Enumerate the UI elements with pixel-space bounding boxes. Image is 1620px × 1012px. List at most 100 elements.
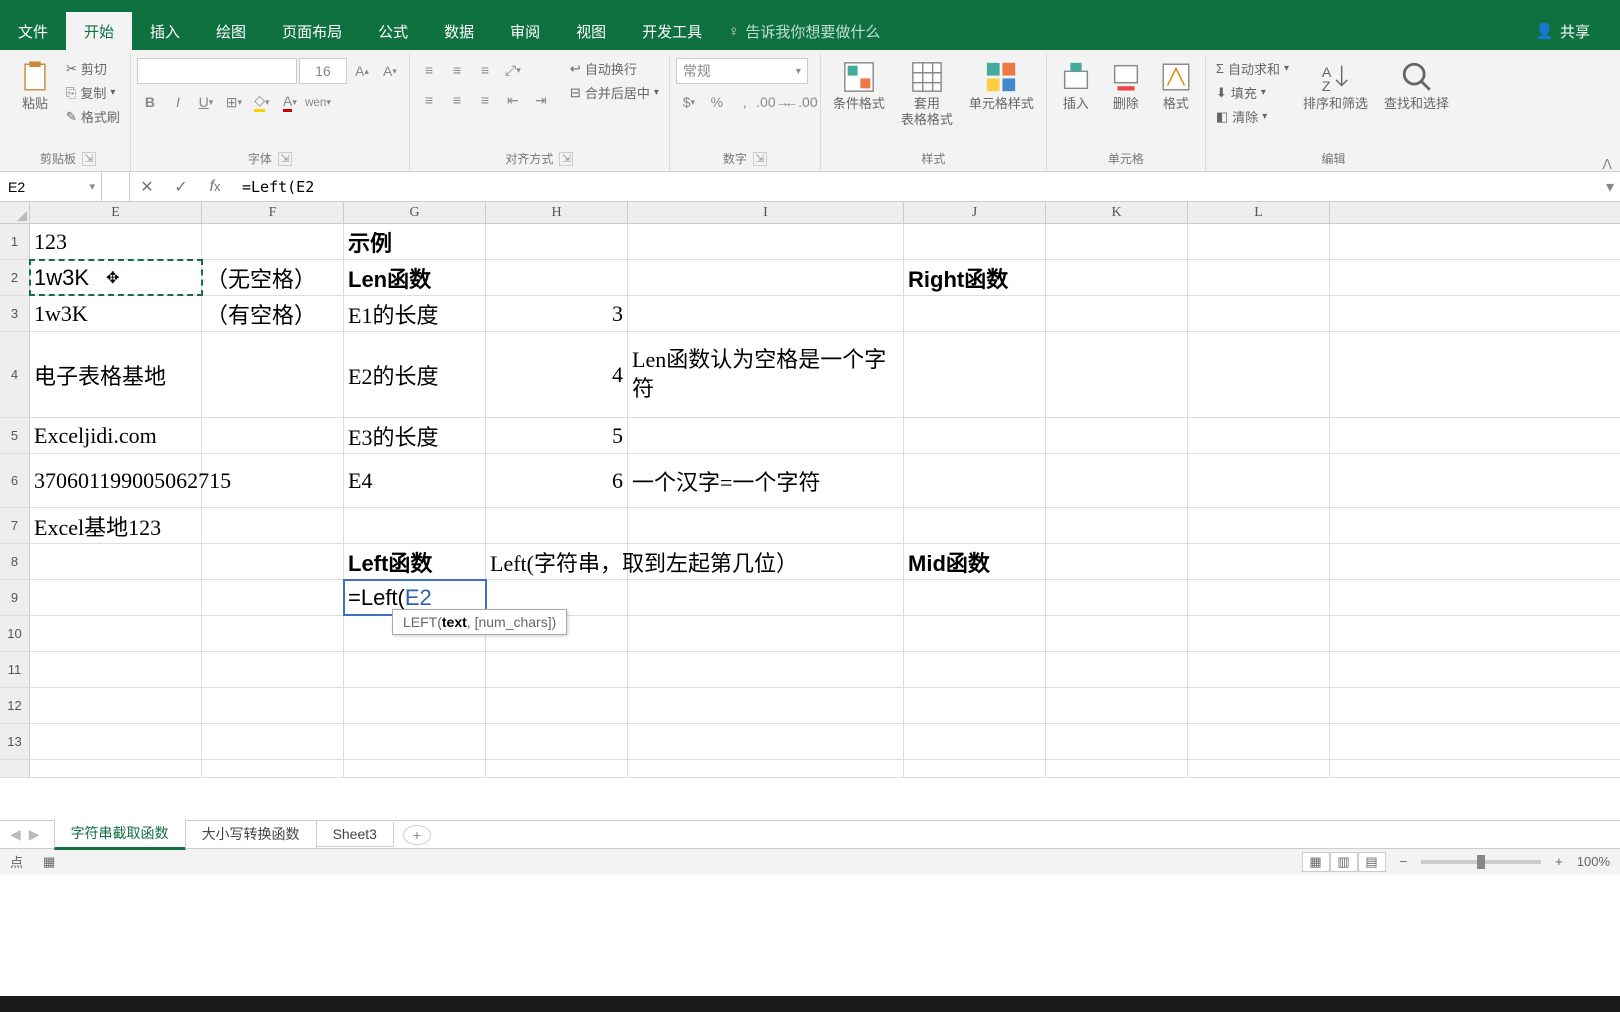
orientation-button[interactable]: ⤢▾ <box>500 58 526 82</box>
macro-record-icon[interactable]: ▦ <box>43 854 55 870</box>
row-header-11[interactable]: 11 <box>0 652 30 687</box>
cell-G7[interactable] <box>344 508 486 543</box>
cell-F3[interactable]: （有空格） <box>202 296 344 331</box>
font-name-input[interactable] <box>137 58 297 84</box>
cell-I12[interactable] <box>628 688 904 723</box>
tab-data[interactable]: 数据 <box>426 12 492 50</box>
row-header-1[interactable]: 1 <box>0 224 30 259</box>
cell-H1[interactable] <box>486 224 628 259</box>
sheet-tab-3[interactable]: Sheet3 <box>316 822 394 847</box>
decrease-font-button[interactable]: A▾ <box>377 59 403 83</box>
cell-L13[interactable] <box>1188 724 1330 759</box>
cell-E11[interactable] <box>30 652 202 687</box>
wrap-text-button[interactable]: ↩自动换行 <box>566 58 663 79</box>
cell-I13[interactable] <box>628 724 904 759</box>
cell-K4[interactable] <box>1046 332 1188 417</box>
cell-F11[interactable] <box>202 652 344 687</box>
clipboard-launcher[interactable]: ⇲ <box>82 152 96 166</box>
insert-function-button[interactable]: fx <box>198 172 232 201</box>
cell-L12[interactable] <box>1188 688 1330 723</box>
cell-J10[interactable] <box>904 616 1046 651</box>
cell-I6[interactable]: 一个汉字=一个字符 <box>628 454 904 507</box>
cell-F2[interactable]: （无空格） <box>202 260 344 295</box>
bold-button[interactable]: B <box>137 90 163 114</box>
cell-J14[interactable] <box>904 760 1046 777</box>
cell-H4[interactable]: 4 <box>486 332 628 417</box>
align-middle-button[interactable]: ≡ <box>444 58 470 82</box>
font-size-input[interactable] <box>299 58 347 84</box>
cell-I5[interactable] <box>628 418 904 453</box>
decrease-decimal-button[interactable]: ←.00 <box>788 90 814 114</box>
cell-I2[interactable] <box>628 260 904 295</box>
percent-format-button[interactable]: % <box>704 90 730 114</box>
underline-button[interactable]: U▾ <box>193 90 219 114</box>
col-header-E[interactable]: E <box>30 202 202 223</box>
paste-button[interactable]: 粘贴 <box>12 58 58 114</box>
cell-J8[interactable]: Mid函数 <box>904 544 1046 579</box>
zoom-out-button[interactable]: − <box>1400 854 1408 869</box>
cell-F6[interactable] <box>202 454 344 507</box>
windows-taskbar[interactable] <box>0 996 1620 1012</box>
cancel-formula-button[interactable]: ✕ <box>130 172 164 201</box>
cell-K10[interactable] <box>1046 616 1188 651</box>
cell-I1[interactable] <box>628 224 904 259</box>
cell-L11[interactable] <box>1188 652 1330 687</box>
cell-E1[interactable]: 123 <box>30 224 202 259</box>
cell-K11[interactable] <box>1046 652 1188 687</box>
clear-button[interactable]: ◧清除▾ <box>1212 106 1293 127</box>
tab-file[interactable]: 文件 <box>0 12 66 50</box>
cell-I14[interactable] <box>628 760 904 777</box>
cell-E9[interactable] <box>30 580 202 615</box>
select-all-corner[interactable] <box>0 202 30 223</box>
cell-G12[interactable] <box>344 688 486 723</box>
tab-formulas[interactable]: 公式 <box>360 12 426 50</box>
alignment-launcher[interactable]: ⇲ <box>559 152 573 166</box>
cell-H13[interactable] <box>486 724 628 759</box>
col-header-L[interactable]: L <box>1188 202 1330 223</box>
col-header-J[interactable]: J <box>904 202 1046 223</box>
cell-L5[interactable] <box>1188 418 1330 453</box>
sheet-tab-2[interactable]: 大小写转换函数 <box>185 820 317 849</box>
row-header-6[interactable]: 6 <box>0 454 30 507</box>
cell-I3[interactable] <box>628 296 904 331</box>
cell-G6[interactable]: E4 <box>344 454 486 507</box>
cell-K2[interactable] <box>1046 260 1188 295</box>
col-header-I[interactable]: I <box>628 202 904 223</box>
enter-formula-button[interactable]: ✓ <box>164 172 198 201</box>
cell-K9[interactable] <box>1046 580 1188 615</box>
col-header-G[interactable]: G <box>344 202 486 223</box>
cell-L10[interactable] <box>1188 616 1330 651</box>
autosum-button[interactable]: Σ自动求和▾ <box>1212 58 1293 79</box>
cell-K6[interactable] <box>1046 454 1188 507</box>
format-painter-button[interactable]: ✎格式刷 <box>62 106 124 127</box>
row-header-5[interactable]: 5 <box>0 418 30 453</box>
cell-H12[interactable] <box>486 688 628 723</box>
increase-decimal-button[interactable]: .00→ <box>760 90 786 114</box>
cell-L7[interactable] <box>1188 508 1330 543</box>
align-top-button[interactable]: ≡ <box>416 58 442 82</box>
cell-E2[interactable]: 1w3K✥ <box>30 260 202 295</box>
decrease-indent-button[interactable]: ⇤ <box>500 88 526 112</box>
row-header-3[interactable]: 3 <box>0 296 30 331</box>
increase-font-button[interactable]: A▴ <box>349 59 375 83</box>
cell-E5[interactable]: Exceljidi.com <box>30 418 202 453</box>
cell-F12[interactable] <box>202 688 344 723</box>
cell-E13[interactable] <box>30 724 202 759</box>
row-header-2[interactable]: 2 <box>0 260 30 295</box>
italic-button[interactable]: I <box>165 90 191 114</box>
cell-H3[interactable]: 3 <box>486 296 628 331</box>
cell-K14[interactable] <box>1046 760 1188 777</box>
cell-J3[interactable] <box>904 296 1046 331</box>
cell-E7[interactable]: Excel基地123 <box>30 508 202 543</box>
align-right-button[interactable]: ≡ <box>472 88 498 112</box>
col-header-K[interactable]: K <box>1046 202 1188 223</box>
col-header-H[interactable]: H <box>486 202 628 223</box>
cell-F8[interactable] <box>202 544 344 579</box>
cell-H7[interactable] <box>486 508 628 543</box>
tab-home[interactable]: 开始 <box>66 12 132 50</box>
cell-F1[interactable] <box>202 224 344 259</box>
cell-G8[interactable]: Left函数 <box>344 544 486 579</box>
align-center-button[interactable]: ≡ <box>444 88 470 112</box>
tab-page-layout[interactable]: 页面布局 <box>264 12 360 50</box>
accounting-format-button[interactable]: $▾ <box>676 90 702 114</box>
